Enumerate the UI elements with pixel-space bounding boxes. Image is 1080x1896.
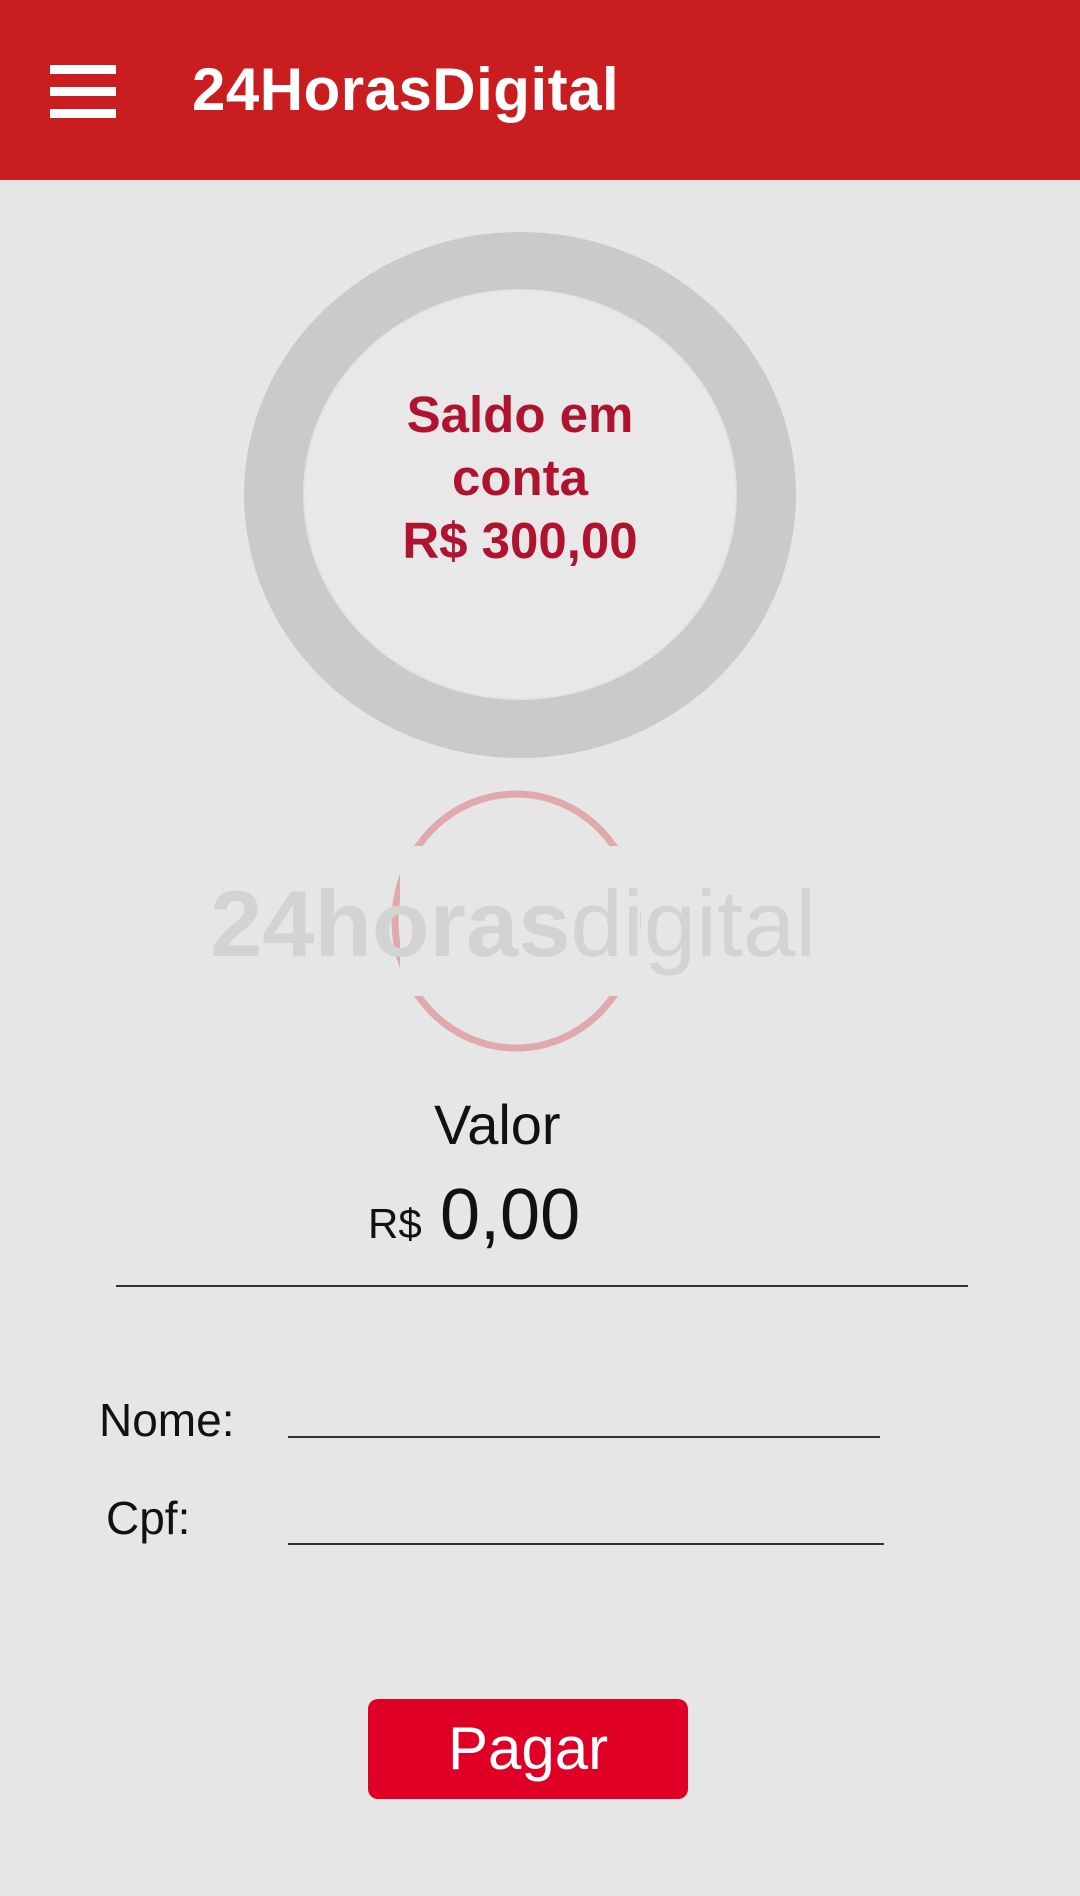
balance-display: Saldo em conta R$ 300,00 <box>244 383 796 572</box>
app-bar: 24HorasDigital <box>0 0 1080 180</box>
amount-underline <box>116 1285 968 1287</box>
menu-icon-bar <box>50 109 116 118</box>
amount-input[interactable]: 0,00 <box>440 1170 580 1260</box>
logo-text: 24horasdigital <box>210 871 816 976</box>
valor-label: Valor <box>434 1093 561 1156</box>
app-title: 24HorasDigital <box>192 56 620 123</box>
balance-label-line1: Saldo em <box>406 386 634 443</box>
hamburger-menu-icon[interactable] <box>40 56 126 126</box>
nome-underline <box>288 1436 880 1438</box>
nome-input[interactable] <box>288 1380 880 1436</box>
currency-prefix: R$ <box>368 1200 422 1247</box>
balance-amount: R$ 300,00 <box>402 512 638 569</box>
pay-button[interactable]: Pagar <box>368 1699 688 1799</box>
logo-text-bold: 24horas <box>210 871 571 976</box>
cpf-label: Cpf: <box>106 1492 191 1544</box>
logo-text-light: digital <box>571 871 817 976</box>
menu-icon-bar <box>50 65 116 74</box>
cpf-underline <box>288 1543 884 1545</box>
menu-icon-bar <box>50 87 116 96</box>
cpf-input[interactable] <box>288 1487 884 1543</box>
brand-logo-watermark: 24horasdigital <box>210 790 816 1052</box>
nome-label: Nome: <box>99 1394 235 1446</box>
balance-label-line2: conta <box>451 449 589 506</box>
